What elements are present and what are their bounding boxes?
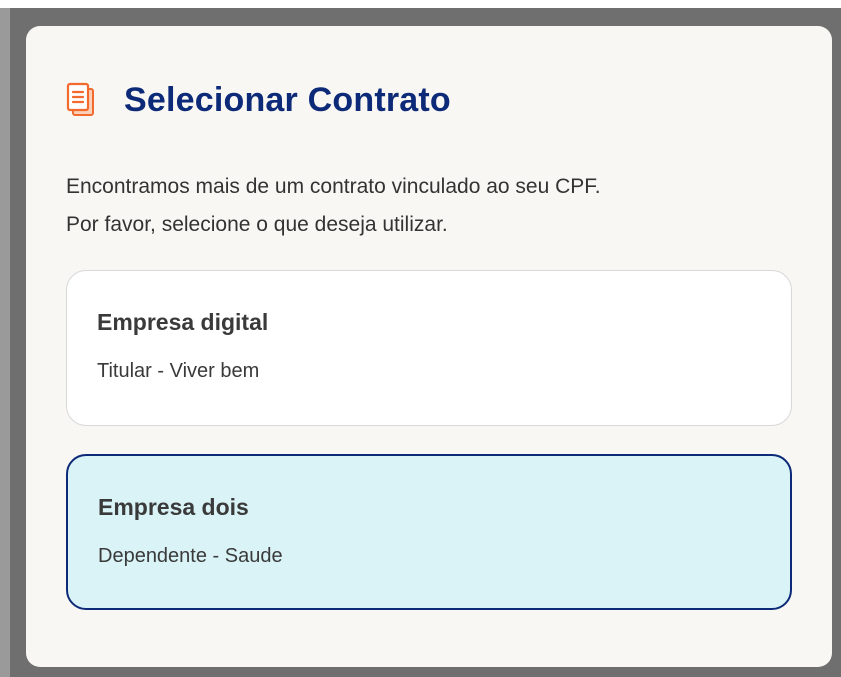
contract-name: Empresa dois <box>98 494 249 520</box>
description-line-2: Por favor, selecione o que deseja utiliz… <box>66 213 448 236</box>
contract-options: Empresa digital Titular - Viver bem Empr… <box>66 270 792 610</box>
document-icon <box>66 82 94 116</box>
modal-description: Encontramos mais de um contrato vinculad… <box>66 168 792 244</box>
contract-option-empresa-dois[interactable]: Empresa dois Dependente - Saude <box>66 454 792 610</box>
contract-detail: Titular - Viver bem <box>97 360 260 382</box>
overlay-edge <box>0 8 10 677</box>
modal-header: Selecionar Contrato <box>66 80 792 120</box>
select-contract-modal: Selecionar Contrato Encontramos mais de … <box>26 26 832 667</box>
contract-option-empresa-digital[interactable]: Empresa digital Titular - Viver bem <box>66 270 792 426</box>
contract-name: Empresa digital <box>97 309 269 335</box>
description-line-1: Encontramos mais de um contrato vinculad… <box>66 175 601 198</box>
contract-detail: Dependente - Saude <box>98 545 283 567</box>
modal-title: Selecionar Contrato <box>124 80 451 119</box>
